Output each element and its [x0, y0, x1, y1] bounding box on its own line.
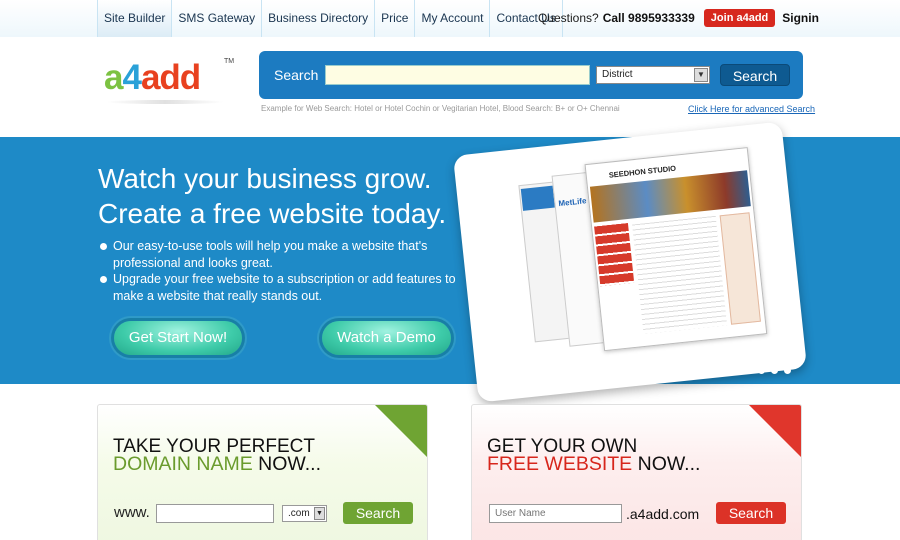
hero-title: Watch your business grow. Create a free …	[98, 161, 446, 231]
search-panel: Search District ▼ Search	[259, 51, 803, 99]
advanced-search-link[interactable]: Click Here for advanced Search	[688, 104, 815, 114]
carousel-dots	[745, 367, 791, 374]
hero-bullet: Upgrade your free website to a subscript…	[99, 271, 459, 304]
watch-demo-button[interactable]: Watch a Demo	[322, 321, 451, 355]
website-preview-image: MetLife SEEDHON STUDIO	[452, 121, 808, 403]
domain-card-subheading: DOMAIN NAME NOW...	[113, 453, 322, 475]
carousel-dot-4[interactable]	[784, 367, 791, 374]
join-button[interactable]: Join a4add	[703, 9, 776, 27]
hero-title-line2: Create a free website today.	[98, 198, 447, 229]
top-bar: Site Builder SMS Gateway Business Direct…	[0, 0, 900, 37]
username-input[interactable]	[489, 504, 622, 523]
free-card-subheading: FREE WEBSITE NOW...	[487, 453, 701, 475]
free-website-search-button[interactable]: Search	[716, 502, 786, 524]
domain-input[interactable]	[156, 504, 274, 523]
questions-text: Questions?	[538, 11, 599, 25]
free-website-card: GET YOUR OWN FREE WEBSITE NOW... .a4add.…	[471, 404, 802, 540]
hero-title-line1: Watch your business grow.	[98, 163, 432, 194]
preview-menu	[594, 223, 635, 287]
hero-bullet: Our easy-to-use tools will help you make…	[99, 238, 459, 271]
corner-ribbon	[749, 405, 801, 457]
carousel-dot-3[interactable]	[771, 367, 778, 374]
trademark-mark: TM	[224, 58, 235, 65]
dropdown-arrow-icon: ▼	[694, 68, 708, 82]
hero-bullet-list: Our easy-to-use tools will help you make…	[99, 238, 459, 304]
carousel-dot-1[interactable]	[745, 367, 752, 374]
hero-banner: Watch your business grow. Create a free …	[0, 121, 900, 403]
site-logo[interactable]: a4add TM	[104, 58, 234, 106]
domain-name-card: TAKE YOUR PERFECT DOMAIN NAME NOW... www…	[97, 404, 428, 540]
preview-sidebar	[719, 212, 761, 325]
search-example-text: Example for Web Search: Hotel or Hotel C…	[261, 104, 620, 113]
nav-price[interactable]: Price	[375, 0, 416, 37]
search-label: Search	[274, 67, 319, 83]
domain-extension-select[interactable]: .com ▼	[282, 505, 327, 522]
nav-site-builder[interactable]: Site Builder	[98, 0, 173, 37]
preview-body-text	[632, 215, 728, 334]
phone-number: Call 9895933339	[602, 11, 695, 25]
district-value: District	[602, 69, 633, 80]
nav-business-directory[interactable]: Business Directory	[262, 0, 376, 37]
signin-link[interactable]: Signin	[782, 11, 819, 25]
page: Site Builder SMS Gateway Business Direct…	[0, 0, 900, 540]
search-button[interactable]: Search	[720, 64, 790, 86]
dropdown-arrow-icon: ▼	[314, 507, 325, 520]
domain-extension-value: .com	[288, 508, 310, 519]
preview-site-title: SEEDHON STUDIO	[608, 163, 677, 180]
corner-ribbon	[375, 405, 427, 457]
preview-sheet-front: SEEDHON STUDIO	[584, 147, 768, 352]
domain-search-button[interactable]: Search	[343, 502, 413, 524]
www-label: www.	[114, 504, 150, 521]
nav-sms-gateway[interactable]: SMS Gateway	[172, 0, 263, 37]
district-select[interactable]: District ▼	[596, 66, 710, 84]
logo-shadow	[106, 100, 224, 104]
get-start-button[interactable]: Get Start Now!	[114, 321, 242, 355]
top-right-area: Questions? Call 9895933339 Join a4add Si…	[538, 9, 819, 27]
subdomain-suffix: .a4add.com	[626, 506, 700, 522]
carousel-dot-2[interactable]	[758, 367, 765, 374]
nav-my-account[interactable]: My Account	[415, 0, 491, 37]
search-input[interactable]	[325, 65, 590, 85]
main-nav: Site Builder SMS Gateway Business Direct…	[97, 0, 563, 37]
logo-wordmark: a4add	[104, 58, 201, 97]
